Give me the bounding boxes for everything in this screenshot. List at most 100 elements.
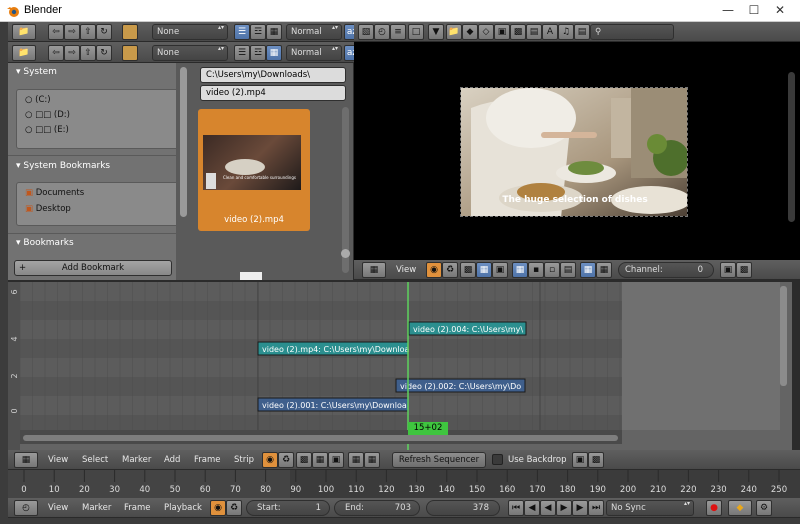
display-select-2[interactable]: None [152, 45, 228, 61]
view-menu[interactable]: View [396, 265, 416, 275]
current-frame-field[interactable]: 378 [426, 500, 500, 516]
checker-icon[interactable]: ▦ [312, 452, 328, 468]
key-icon[interactable]: ⚙ [756, 500, 772, 516]
overlay-icon[interactable]: ▦ [512, 262, 528, 278]
preview-range-icon[interactable]: ◉ [210, 500, 226, 516]
filter-backup-icon[interactable]: ◇ [478, 24, 494, 40]
sort-time-icon[interactable]: ◴ [374, 24, 390, 40]
sort-size-icon[interactable]: ≡ [390, 24, 406, 40]
use-backdrop-checkbox[interactable] [492, 454, 503, 465]
lock-icon[interactable]: ♻ [442, 262, 458, 278]
drive-e[interactable]: ○ □□ (E:) [25, 125, 69, 135]
short-list-icon-2[interactable]: ☰ [234, 45, 250, 61]
display-select[interactable]: None [152, 24, 228, 40]
horizontal-scrollbar[interactable] [23, 435, 618, 441]
scroll-handle[interactable] [341, 249, 350, 258]
minimize-button[interactable]: — [716, 2, 740, 18]
thumbnails-icon[interactable]: ▦ [266, 24, 282, 40]
render-anim-icon[interactable]: ▩ [736, 262, 752, 278]
new-folder-icon-2[interactable] [122, 45, 138, 61]
current-time-badge[interactable]: 15+02 [408, 422, 448, 435]
back-icon-2[interactable]: ⇦ [48, 45, 64, 61]
long-list-icon-2[interactable]: ☲ [250, 45, 266, 61]
hide-dot-icon[interactable]: □ [408, 24, 424, 40]
forward-icon-2[interactable]: ⇨ [64, 45, 80, 61]
system-bookmarks-header[interactable]: ▾ System Bookmarks [8, 157, 176, 175]
filter-font-icon[interactable]: A [542, 24, 558, 40]
start-frame-field[interactable]: Start: 1 [246, 500, 330, 516]
filter-script-icon[interactable]: ▤ [526, 24, 542, 40]
preview-icon[interactable]: ▣ [328, 452, 344, 468]
parent-dir-icon-2[interactable]: ⇧ [80, 45, 96, 61]
keying-set-icon[interactable]: ◆ [728, 500, 752, 516]
sort-mode-select[interactable]: Normal [286, 24, 342, 40]
filter-folder-icon[interactable]: 📁 [446, 24, 462, 40]
end-frame-field[interactable]: End: 703 [334, 500, 420, 516]
play-icon[interactable]: ▶ [556, 500, 572, 516]
sort-ext-icon[interactable]: ▧ [358, 24, 374, 40]
histogram-icon[interactable]: ▤ [560, 262, 576, 278]
editor-type-icon[interactable]: ▦ [14, 452, 38, 468]
parent-dir-icon[interactable]: ⇧ [80, 24, 96, 40]
editor-type-icon[interactable]: ▦ [362, 262, 386, 278]
filter-text-icon[interactable]: ▤ [574, 24, 590, 40]
refresh-icon[interactable]: ↻ [96, 24, 112, 40]
filter-image-icon[interactable]: ▣ [494, 24, 510, 40]
maximize-button[interactable]: ☐ [742, 2, 766, 18]
jump-end-icon[interactable]: ⏭ [588, 500, 604, 516]
jump-start-icon[interactable]: ⏮ [508, 500, 524, 516]
filter-icon[interactable]: ▼ [428, 24, 444, 40]
new-folder-icon[interactable] [122, 24, 138, 40]
render-icon[interactable]: ▣ [720, 262, 736, 278]
forward-icon[interactable]: ⇨ [64, 24, 80, 40]
sidebar-scrollbar-thumb[interactable] [180, 67, 187, 217]
snap-icon[interactable]: ▦ [348, 452, 364, 468]
editor-type-icon-2[interactable]: 📁 [12, 45, 36, 61]
checker-icon[interactable]: ▦ [476, 262, 492, 278]
filter-sound-icon[interactable]: ♫ [558, 24, 574, 40]
refresh-icon-2[interactable]: ↻ [96, 45, 112, 61]
display-mode-icon[interactable]: ▩ [460, 262, 476, 278]
filter-movie-icon[interactable]: ▩ [510, 24, 526, 40]
short-list-icon[interactable]: ☰ [234, 24, 250, 40]
select-menu[interactable]: Select [82, 455, 108, 465]
record-icon[interactable]: ● [706, 500, 722, 516]
add-menu[interactable]: Add [164, 455, 180, 465]
prev-keyframe-icon[interactable]: ◀ [524, 500, 540, 516]
marker-menu[interactable]: Marker [82, 503, 111, 513]
channel-field[interactable]: Channel: 0 [618, 262, 714, 278]
filter-blend-icon[interactable]: ◆ [462, 24, 478, 40]
drive-d[interactable]: ○ □□ (D:) [25, 110, 70, 120]
frame-menu[interactable]: Frame [124, 503, 150, 513]
sort-mode-select-2[interactable]: Normal [286, 45, 342, 61]
directory-path-field[interactable]: C:\Users\my\Downloads\ [200, 67, 346, 83]
strip-menu[interactable]: Strip [234, 455, 254, 465]
lock-icon[interactable]: ♻ [226, 500, 242, 516]
seq-icon[interactable]: ▩ [296, 452, 312, 468]
lock-icon[interactable]: ♻ [278, 452, 294, 468]
system-panel-header[interactable]: ▾ System [8, 63, 176, 81]
filter-search-field[interactable]: ⚲ [590, 24, 674, 40]
chroma-icon[interactable]: ▫ [544, 262, 560, 278]
overlap-icon[interactable]: ▦ [364, 452, 380, 468]
safe-areas-icon[interactable]: ▦ [580, 262, 596, 278]
back-icon[interactable]: ⇦ [48, 24, 64, 40]
long-list-icon[interactable]: ☲ [250, 24, 266, 40]
view-menu[interactable]: View [48, 503, 68, 513]
frame-menu[interactable]: Frame [194, 455, 220, 465]
bookmark-desktop[interactable]: ▣ Desktop [25, 204, 71, 214]
thumbnails-icon-2[interactable]: ▦ [266, 45, 282, 61]
bookmark-documents[interactable]: ▣ Documents [25, 188, 84, 198]
render-icon[interactable]: ▣ [572, 452, 588, 468]
image-icon[interactable]: ▣ [492, 262, 508, 278]
preview-scrollbar[interactable] [788, 72, 795, 222]
render-anim-icon[interactable]: ▩ [588, 452, 604, 468]
vertical-scrollbar[interactable] [780, 286, 787, 386]
view-menu[interactable]: View [48, 455, 68, 465]
play-reverse-icon[interactable]: ◀ [540, 500, 556, 516]
resize-tab[interactable] [240, 272, 262, 280]
add-bookmark-button[interactable]: + Add Bookmark [14, 260, 172, 276]
playback-menu[interactable]: Playback [164, 503, 202, 513]
next-keyframe-icon[interactable]: ▶ [572, 500, 588, 516]
filename-field[interactable]: video (2).mp4 [200, 85, 346, 101]
